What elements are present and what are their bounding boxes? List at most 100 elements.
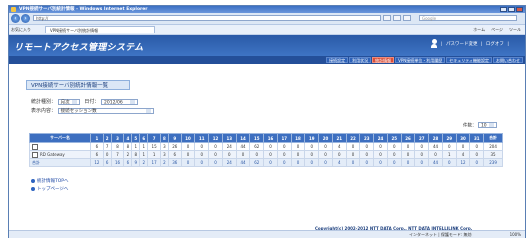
arrow-icon bbox=[31, 186, 35, 191]
search-input[interactable]: Google bbox=[419, 15, 517, 21]
value-cell: 1 bbox=[139, 142, 149, 151]
stats-table: サーバー名 1 2 3 4 5 6 7 8 9 10 11 12 13 14 15 16 17 18 19 20 21 22… bbox=[29, 133, 503, 167]
page-menu-button[interactable]: ページ bbox=[491, 25, 503, 34]
col-header: 3 bbox=[110, 133, 125, 143]
col-header-server[interactable]: サーバー名 bbox=[29, 133, 91, 143]
value-cell: 12 bbox=[455, 158, 471, 167]
col-header: 5 bbox=[131, 133, 141, 143]
count-select[interactable]: 10 bbox=[477, 122, 497, 129]
value-cell: 44 bbox=[235, 142, 251, 151]
col-header: 18 bbox=[290, 133, 306, 143]
col-header: 4 bbox=[123, 133, 133, 143]
value-cell: 0 bbox=[359, 158, 375, 167]
col-header: 10 bbox=[180, 133, 196, 143]
top-page-link[interactable]: トップページへ bbox=[31, 186, 68, 192]
value-cell: 0 bbox=[208, 158, 223, 167]
nav-usage-status[interactable]: 利用状況 bbox=[349, 57, 372, 63]
col-header: 13 bbox=[221, 133, 237, 143]
col-header: 17 bbox=[276, 133, 292, 143]
value-cell: 2 bbox=[139, 158, 149, 167]
maximize-button[interactable] bbox=[508, 7, 515, 12]
minimize-button[interactable] bbox=[500, 7, 507, 12]
value-cell: 0 bbox=[373, 142, 388, 151]
server-name: RD Gateway bbox=[40, 151, 65, 157]
value-cell: 0 bbox=[386, 158, 402, 167]
main-nav: 接続設定 利用状況 統計情報 VPN接続単位・利用履歴 セキュリティ機能設定 お… bbox=[9, 56, 525, 64]
address-bar: ‹ › http:// Google bbox=[9, 13, 525, 25]
value-cell: 0 bbox=[414, 150, 430, 159]
value-cell: 44 bbox=[428, 142, 443, 151]
value-cell: 12 bbox=[90, 158, 104, 167]
table-row: RD Gateway 6 0 7 2 8 1 1 3 6 0 0 0 0 0 0 0 0 0 0 0 0 0 0 0 0 0 0 0 1 4… bbox=[29, 150, 503, 159]
value-cell: 4 bbox=[455, 150, 471, 159]
value-cell: 0 bbox=[194, 158, 210, 167]
value-cell: 0 bbox=[221, 150, 237, 159]
col-header: 12 bbox=[208, 133, 223, 143]
forward-icon[interactable]: › bbox=[21, 14, 30, 23]
value-cell: 0 bbox=[345, 142, 361, 151]
table-row: 6 7 8 8 1 1 15 3 26 0 0 0 24 44 62 0 0 0 0 0 4 0 0 0 0 0 0 44 0 0 0 204 bbox=[29, 142, 503, 151]
logoff-link[interactable]: ログオフ bbox=[486, 42, 504, 47]
back-icon[interactable]: ‹ bbox=[11, 14, 20, 23]
value-cell: 0 bbox=[208, 142, 223, 151]
nav-vpn-history[interactable]: VPN接続単位・利用履歴 bbox=[395, 57, 446, 63]
col-header: 31 bbox=[469, 133, 485, 143]
filter-row-display: 表示内容： 接続セッション数 bbox=[31, 107, 154, 114]
col-header: 27 bbox=[414, 133, 430, 143]
nav-statistics[interactable]: 統計情報 bbox=[372, 57, 395, 63]
stop-icon[interactable] bbox=[393, 15, 401, 21]
zoom-level[interactable]: 100% bbox=[510, 231, 521, 238]
value-cell: 0 bbox=[359, 150, 375, 159]
stats-top-link[interactable]: 統計情報TOPへ bbox=[31, 178, 69, 184]
value-cell: 6 bbox=[123, 158, 133, 167]
col-header: 15 bbox=[249, 133, 265, 143]
value-cell: 0 bbox=[345, 150, 361, 159]
chevron-down-icon bbox=[130, 99, 136, 104]
date-select[interactable]: 2012/06 bbox=[101, 98, 139, 105]
close-button[interactable] bbox=[516, 7, 523, 12]
value-cell: 0 bbox=[102, 150, 112, 159]
col-header: 25 bbox=[386, 133, 402, 143]
user-links: | パスワード変更 | ログオフ | bbox=[441, 42, 509, 47]
value-cell: 204 bbox=[483, 142, 503, 151]
value-cell: 0 bbox=[414, 158, 430, 167]
value-cell: 1 bbox=[131, 142, 141, 151]
row-checkbox[interactable] bbox=[32, 151, 38, 158]
nav-connection-settings[interactable]: 接続設定 bbox=[326, 57, 349, 63]
tools-menu-button[interactable]: ツール bbox=[509, 25, 521, 34]
filter-row-type: 統計種別： 月次 日付： 2012/06 bbox=[31, 98, 139, 105]
value-cell: 7 bbox=[110, 150, 125, 159]
col-header: 1 bbox=[90, 133, 104, 143]
favorites-button[interactable]: お気に入り bbox=[11, 25, 31, 34]
value-cell: 0 bbox=[400, 142, 416, 151]
nav-security-settings[interactable]: セキュリティ機能設定 bbox=[446, 57, 492, 63]
value-cell: 0 bbox=[180, 158, 196, 167]
title-bar: VPN接続サーバ別統計情報 - Windows Internet Explore… bbox=[9, 6, 525, 13]
server-name-cell: 合計 bbox=[29, 158, 91, 167]
ie-icon bbox=[11, 7, 16, 12]
value-cell: 0 bbox=[194, 142, 210, 151]
window-title: VPN接続サーバ別統計情報 - Windows Internet Explore… bbox=[19, 7, 148, 12]
command-bar: ホーム ページ ツール bbox=[473, 25, 521, 34]
change-password-link[interactable]: パスワード変更 bbox=[446, 42, 478, 47]
value-cell: 4 bbox=[331, 158, 347, 167]
col-header: 16 bbox=[263, 133, 278, 143]
value-cell: 6 bbox=[167, 150, 182, 159]
value-cell: 6 bbox=[90, 142, 104, 151]
page-content: VPN接続サーバ別統計情報一覧 統計種別： 月次 日付： 2012/06 表示内… bbox=[9, 64, 525, 231]
home-button[interactable]: ホーム bbox=[473, 25, 485, 34]
row-checkbox[interactable] bbox=[32, 143, 38, 150]
col-header: 22 bbox=[345, 133, 361, 143]
url-input[interactable]: http:// bbox=[33, 15, 381, 21]
stat-type-select[interactable]: 月次 bbox=[57, 98, 80, 105]
browser-tab[interactable]: VPN接続サーバ別統計情報 bbox=[45, 26, 155, 33]
value-cell: 17 bbox=[147, 158, 161, 167]
user-icon bbox=[431, 39, 437, 48]
value-cell: 36 bbox=[167, 158, 182, 167]
col-header: 14 bbox=[235, 133, 251, 143]
display-select[interactable]: 接続セッション数 bbox=[57, 107, 154, 114]
value-cell: 0 bbox=[318, 150, 333, 159]
value-cell: 35 bbox=[483, 150, 503, 159]
nav-contact[interactable]: お問い合わせ bbox=[493, 57, 523, 63]
refresh-icon[interactable] bbox=[383, 15, 391, 21]
